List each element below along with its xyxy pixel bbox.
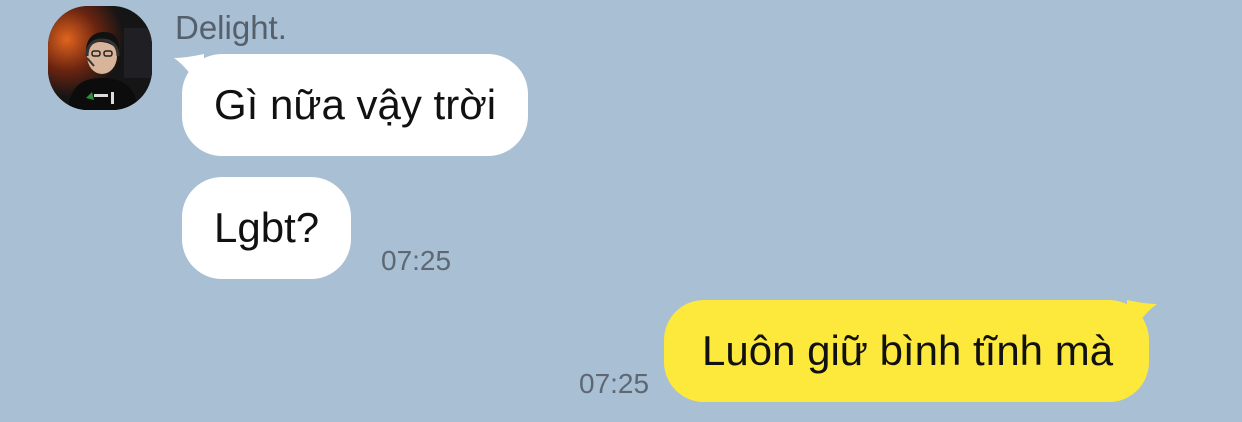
message-text: Gì nữa vậy trời (214, 81, 497, 128)
message-timestamp: 07:25 (579, 368, 650, 399)
bubble-tail-icon (174, 54, 204, 94)
sender-name: Delight. (175, 9, 287, 46)
contact-avatar[interactable] (48, 6, 152, 110)
message-text: Lgbt? (214, 204, 320, 251)
bubble-tail-icon (1127, 300, 1158, 340)
profile-photo-icon (48, 6, 152, 110)
message-bubble-incoming[interactable]: Gì nữa vậy trời (174, 54, 529, 156)
message-bubble-incoming[interactable]: Lgbt? (182, 177, 352, 279)
message-timestamp: 07:25 (381, 245, 452, 276)
message-text: Luôn giữ bình tĩnh mà (702, 327, 1114, 374)
message-bubble-outgoing[interactable]: Luôn giữ bình tĩnh mà (664, 300, 1158, 402)
